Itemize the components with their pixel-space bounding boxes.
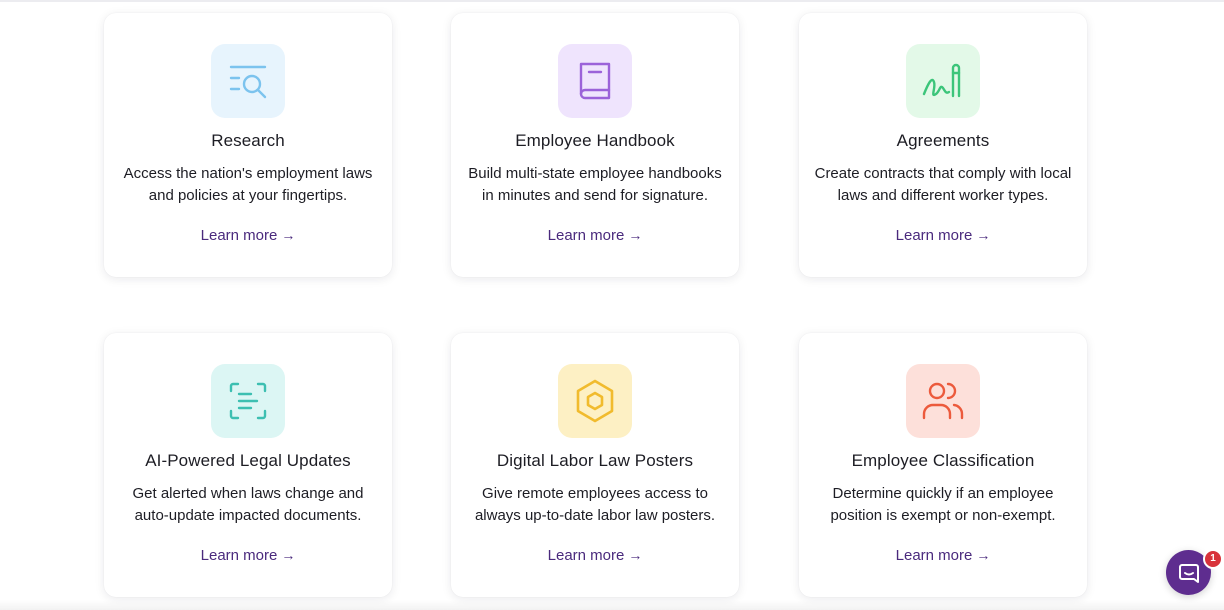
ai-updates-icon-tile	[211, 364, 285, 438]
description-line: and policies at your fingertips.	[148, 187, 348, 204]
learn-more-link[interactable]: Learn more →	[104, 227, 392, 244]
learn-more-label: Learn more	[547, 227, 625, 244]
description-line: auto-update impacted documents.	[134, 507, 362, 524]
card-description: Build multi-state employee handbooks in …	[465, 163, 725, 207]
card-ai-legal-updates: AI-Powered Legal Updates Get alerted whe…	[104, 333, 392, 597]
handbook-icon-tile	[558, 44, 632, 118]
posters-icon-tile	[558, 364, 632, 438]
card-description: Get alerted when laws change and auto-up…	[118, 483, 378, 527]
card-description: Give remote employees access to always u…	[465, 483, 725, 527]
description-line: laws and different worker types.	[837, 187, 1049, 204]
arrow-right-icon: →	[628, 547, 643, 563]
learn-more-link[interactable]: Learn more →	[799, 547, 1087, 564]
card-description: Access the nation's employment laws and …	[118, 163, 378, 207]
card-title: Employee Classification	[851, 451, 1035, 470]
card-title: Agreements	[896, 131, 990, 150]
arrow-right-icon: →	[628, 227, 643, 243]
description-line: Determine quickly if an employee	[832, 485, 1054, 502]
arrow-right-icon: →	[281, 547, 296, 563]
card-employee-classification: Employee Classification Determine quickl…	[799, 333, 1087, 597]
users-icon	[922, 382, 964, 420]
learn-more-link[interactable]: Learn more →	[451, 547, 739, 564]
research-icon-tile	[211, 44, 285, 118]
learn-more-label: Learn more	[895, 227, 973, 244]
research-magnifier-icon	[229, 65, 267, 99]
description-line: Access the nation's employment laws	[123, 165, 373, 182]
notification-badge: 1	[1203, 549, 1223, 569]
card-title: AI-Powered Legal Updates	[145, 451, 351, 470]
arrow-right-icon: →	[976, 227, 991, 243]
card-employee-handbook: Employee Handbook Build multi-state empl…	[451, 13, 739, 277]
arrow-right-icon: →	[976, 547, 991, 563]
description-line: always up-to-date labor law posters.	[474, 507, 716, 524]
hexagon-icon	[576, 379, 614, 423]
classification-icon-tile	[906, 364, 980, 438]
learn-more-label: Learn more	[200, 227, 278, 244]
description-line: Build multi-state employee handbooks	[468, 165, 722, 182]
chat-bubble-icon	[1178, 563, 1199, 583]
description-line: position is exempt or non-exempt.	[830, 507, 1056, 524]
signature-pen-icon	[922, 63, 961, 98]
top-divider	[0, 0, 1224, 2]
card-description: Determine quickly if an employee positio…	[813, 483, 1073, 527]
agreements-icon-tile	[906, 44, 980, 118]
learn-more-label: Learn more	[200, 547, 278, 564]
bottom-shadow	[0, 600, 1224, 610]
card-title: Research	[211, 131, 285, 150]
description-line: Give remote employees access to	[482, 485, 708, 502]
card-description: Create contracts that comply with local …	[813, 163, 1073, 207]
description-line: in minutes and send for signature.	[482, 187, 708, 204]
card-research: Research Access the nation's employment …	[104, 13, 392, 277]
card-agreements: Agreements Create contracts that comply …	[799, 13, 1087, 277]
card-title: Employee Handbook	[515, 131, 675, 150]
book-icon	[579, 62, 611, 100]
learn-more-link[interactable]: Learn more →	[451, 227, 739, 244]
description-line: Create contracts that comply with local	[814, 165, 1072, 182]
learn-more-label: Learn more	[895, 547, 973, 564]
card-title: Digital Labor Law Posters	[496, 451, 694, 470]
arrow-right-icon: →	[281, 227, 296, 243]
description-line: Get alerted when laws change and	[132, 485, 364, 502]
document-scan-icon	[229, 382, 267, 420]
learn-more-link[interactable]: Learn more →	[104, 547, 392, 564]
learn-more-link[interactable]: Learn more →	[799, 227, 1087, 244]
learn-more-label: Learn more	[547, 547, 625, 564]
card-labor-law-posters: Digital Labor Law Posters Give remote em…	[451, 333, 739, 597]
